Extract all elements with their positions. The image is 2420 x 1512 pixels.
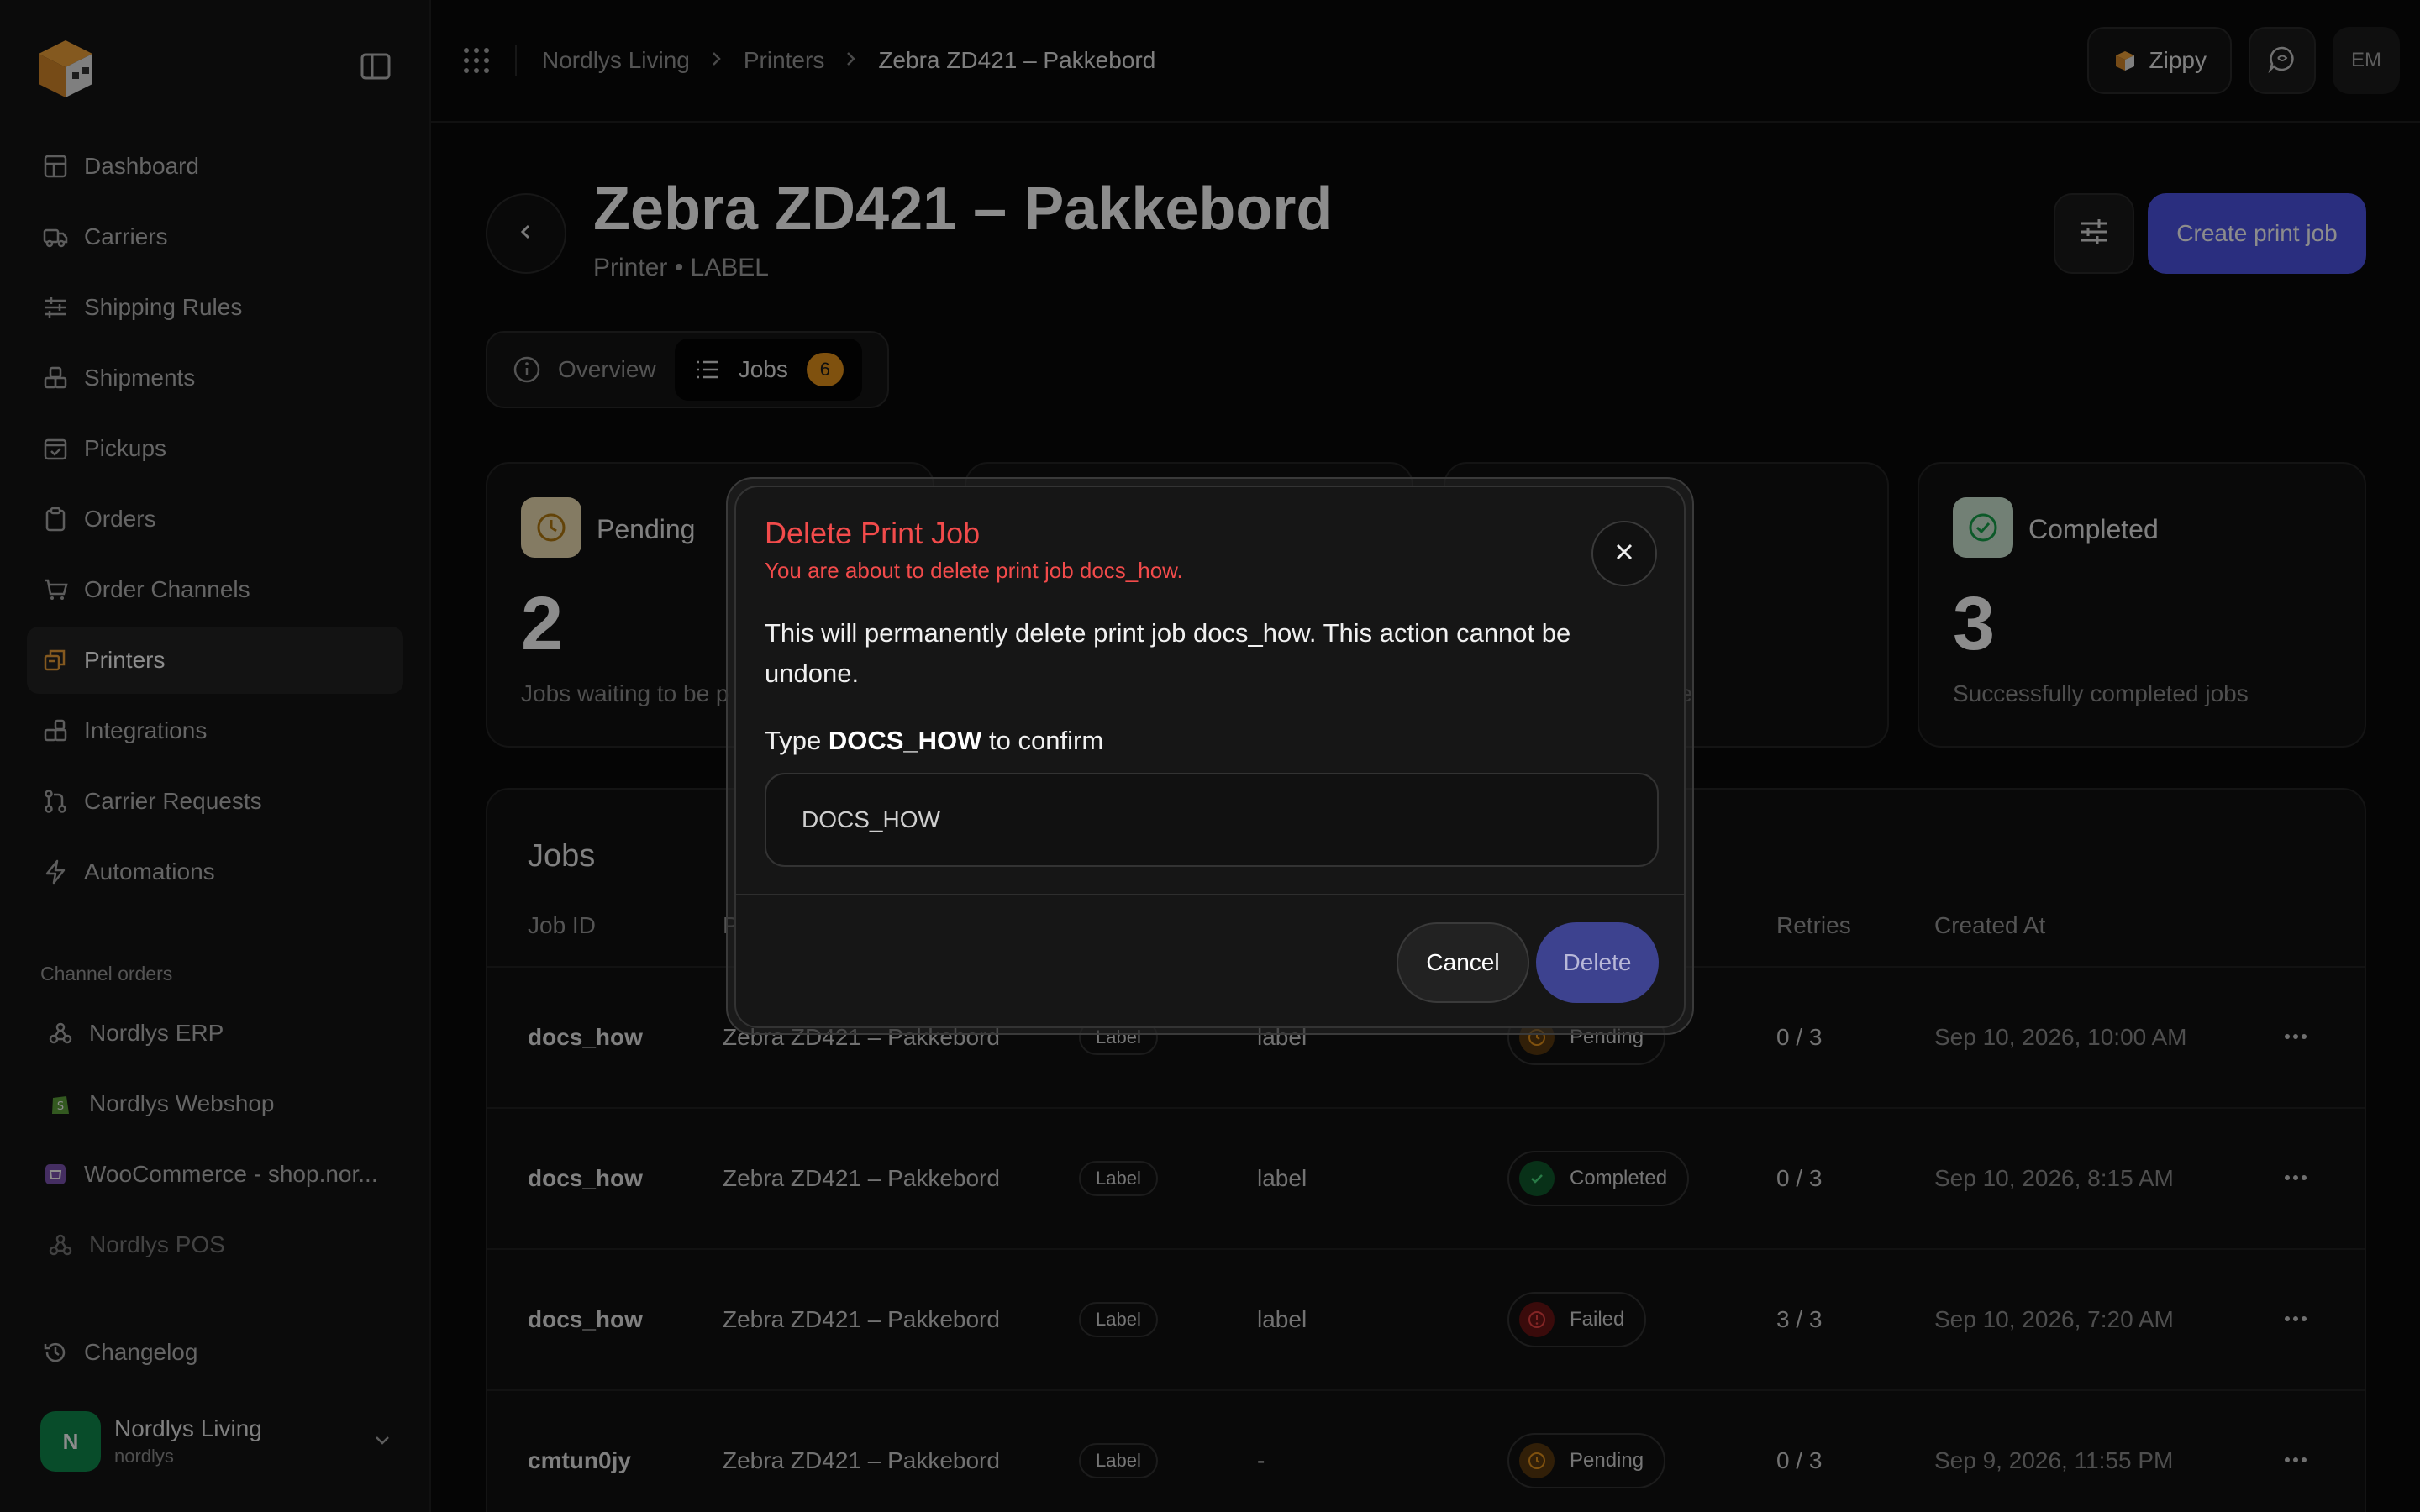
confirm-instruction: Type DOCS_HOW to confirm [765, 726, 1103, 756]
confirm-code: DOCS_HOW [828, 726, 982, 755]
confirm-suffix: to confirm [989, 726, 1104, 755]
divider [736, 894, 1684, 895]
delete-print-job-dialog: Delete Print Job You are about to delete… [734, 486, 1686, 1028]
cancel-button[interactable]: Cancel [1397, 922, 1529, 1003]
close-icon [1612, 540, 1636, 568]
delete-button[interactable]: Delete [1536, 922, 1659, 1003]
confirm-prefix: Type [765, 726, 822, 755]
dialog-body: This will permanently delete print job d… [765, 618, 1571, 688]
dialog-subtitle: You are about to delete print job docs_h… [765, 558, 1183, 583]
close-button[interactable] [1591, 521, 1657, 586]
dialog-title: Delete Print Job [765, 516, 981, 550]
confirm-input[interactable] [765, 773, 1659, 867]
